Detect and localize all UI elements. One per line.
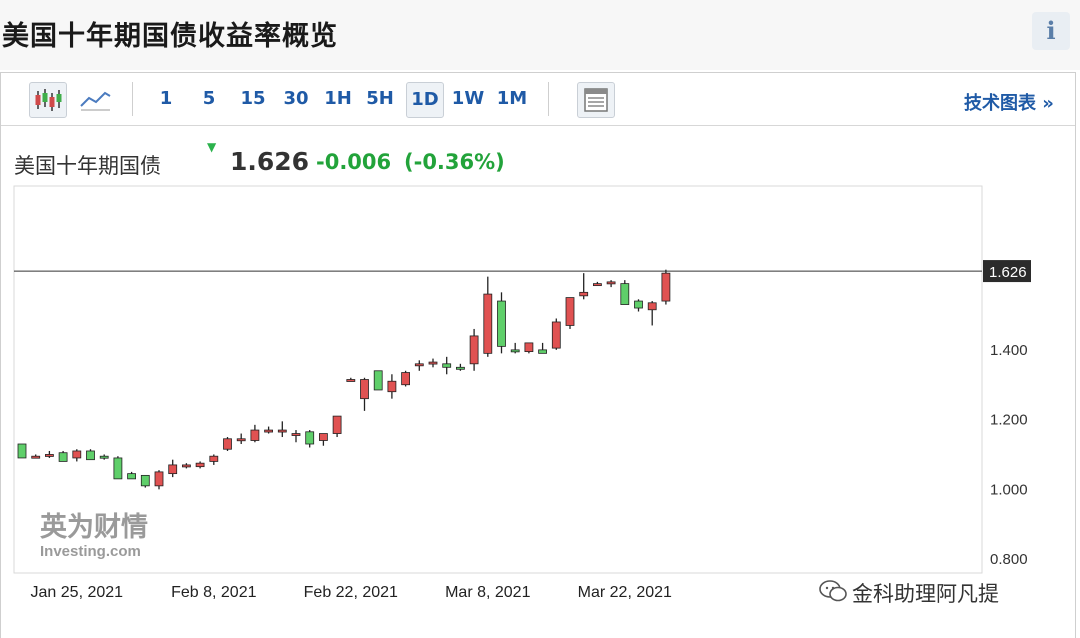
plot-frame xyxy=(13,185,983,574)
candle-body xyxy=(373,370,383,391)
y-tick-label: 1.000 xyxy=(990,481,1028,498)
x-tick-label: Mar 22, 2021 xyxy=(578,584,672,601)
candle-body xyxy=(58,452,68,462)
candle-body xyxy=(455,366,465,370)
candle-body xyxy=(346,379,356,382)
candle-body xyxy=(551,321,561,349)
candle-body xyxy=(401,372,411,386)
candle-body xyxy=(72,450,82,459)
candle-body xyxy=(223,438,232,450)
candle-body xyxy=(360,379,369,400)
candle-body xyxy=(291,433,301,436)
x-tick-label: Jan 25, 2021 xyxy=(31,584,124,601)
candle-body xyxy=(318,433,328,441)
candle-body xyxy=(538,349,547,354)
candle-body xyxy=(113,457,123,480)
x-axis: Jan 25, 2021 Feb 8, 2021 Feb 22, 2021 Mar 8… xyxy=(31,584,673,601)
candle-body xyxy=(305,431,315,445)
source-credit: 金科助理阿凡提 xyxy=(852,582,999,606)
candle-body xyxy=(661,272,671,302)
candle-body xyxy=(469,335,479,365)
x-tick-label: Feb 22, 2021 xyxy=(304,584,398,601)
candle-body xyxy=(579,291,589,297)
candle-body xyxy=(606,281,616,285)
candle-body xyxy=(332,415,342,434)
candle-body xyxy=(250,429,260,441)
candle-body xyxy=(483,293,493,354)
candles-group xyxy=(17,269,671,490)
candle-body xyxy=(99,455,109,459)
x-tick-label: Feb 8, 2021 xyxy=(171,584,257,601)
last-price-tag-label: 1.626 xyxy=(989,264,1027,281)
y-axis: 0.800 1.000 1.200 1.400 1.626 xyxy=(14,260,1031,568)
y-tick-label: 1.200 xyxy=(990,412,1028,429)
watermark-cn: 英为财情 xyxy=(40,512,148,543)
candle-body xyxy=(209,455,219,462)
y-tick-label: 1.400 xyxy=(990,342,1028,359)
candle-body xyxy=(414,363,424,367)
candle-body xyxy=(387,380,397,393)
candle-body xyxy=(31,455,41,459)
candle-body xyxy=(195,462,205,468)
candlestick-chart: 0.800 1.000 1.200 1.400 1.626 Jan 25, 2021 Fe… xyxy=(13,185,1031,601)
candle-body xyxy=(264,429,274,433)
candle-body xyxy=(140,474,150,487)
candle-body xyxy=(86,450,95,461)
candle-body xyxy=(236,438,246,442)
candle-body xyxy=(45,454,54,457)
candle-body xyxy=(565,297,575,326)
candle-body xyxy=(154,471,164,487)
candle-body xyxy=(524,342,534,353)
candle-body xyxy=(620,283,630,305)
candle-body xyxy=(634,300,643,309)
candle-body xyxy=(593,283,602,287)
wechat-icon xyxy=(819,580,847,602)
candle-body xyxy=(497,300,506,347)
watermark-en: Investing.com xyxy=(40,543,141,560)
candle-body xyxy=(127,473,136,480)
x-tick-label: Mar 8, 2021 xyxy=(445,584,530,601)
candle-body xyxy=(442,363,452,368)
candle-body xyxy=(647,302,657,311)
candle-body xyxy=(168,464,178,475)
candle-body xyxy=(510,349,520,353)
candle-body xyxy=(17,443,27,459)
candle-body xyxy=(428,361,438,365)
candle-body xyxy=(277,429,287,433)
y-tick-label: 0.800 xyxy=(990,551,1028,568)
candle-body xyxy=(181,464,191,468)
